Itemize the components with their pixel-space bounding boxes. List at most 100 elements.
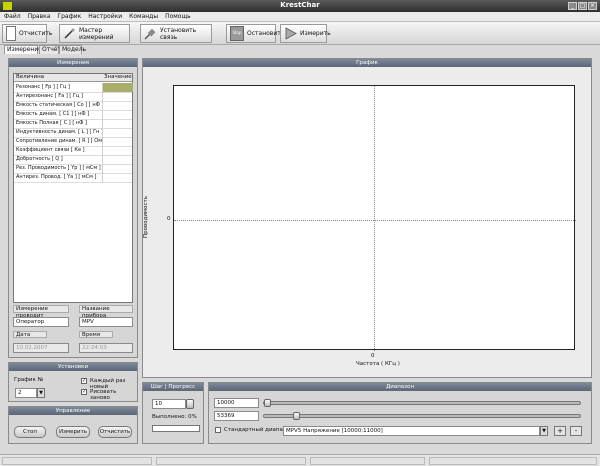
range-preset-value: MPV5 Напряжение [10000;11000] (286, 428, 383, 434)
horizontal-gridline (174, 220, 576, 221)
row-value (102, 119, 133, 128)
status-section (310, 457, 425, 465)
graph-number-label: График № (14, 377, 44, 383)
graph-number-select[interactable]: 2 (15, 388, 37, 398)
status-section (2, 457, 152, 465)
range-to-slider-knob[interactable] (293, 412, 300, 420)
table-row[interactable]: Антирез. Провод. [ Yа ] [ мСм ] (14, 173, 132, 183)
graph-panel: График 0 0 Частота ( КГц ) Проводимость (142, 58, 592, 378)
column-header-value: Значение (104, 74, 132, 80)
time-field: 22:24:03 (79, 343, 133, 353)
range-from-slider[interactable] (263, 401, 581, 405)
progress-text: Выполнено: 0% (152, 414, 197, 420)
chevron-down-icon[interactable]: ▼ (540, 426, 548, 436)
tab-report[interactable]: Отчёт (39, 45, 61, 54)
clear-control-button[interactable]: Отчистить (98, 426, 132, 438)
title-bar: KrestChar _ □ × (0, 0, 600, 12)
device-label: Название прибора (79, 305, 133, 319)
add-range-button[interactable]: + (554, 426, 566, 436)
status-section (429, 457, 597, 465)
date-label: Дата (13, 331, 47, 338)
remove-range-button[interactable]: - (570, 426, 582, 436)
row-quantity: Емкость динам. [ С1 ] [ нФ ] (16, 111, 90, 117)
stop-control-button[interactable]: Стоп (14, 426, 46, 438)
settings-panel: Установки График № 2 ▼ ✓ Каждый раз новы… (8, 362, 138, 402)
menu-settings[interactable]: Настройки (84, 12, 125, 20)
row-value (102, 173, 133, 182)
menu-commands[interactable]: Команды (125, 12, 161, 20)
redraw-label: Рисовать заново (90, 389, 117, 401)
range-panel-title: Диапазон (209, 383, 591, 391)
range-preset-select[interactable]: MPV5 Напряжение [10000;11000] (283, 426, 540, 436)
row-quantity: Резонанс [ Fр ] [ Гц ] (16, 84, 71, 90)
tab-model[interactable]: Модель (59, 45, 86, 54)
step-progress-panel: Шаг | Прогресс 10 Выполнено: 0% (142, 382, 204, 444)
operator-label: Измерение проводит (13, 305, 69, 319)
redraw-checkbox[interactable]: ✓ (81, 389, 87, 395)
tab-measurement[interactable]: Измерение (4, 45, 42, 54)
row-value (102, 92, 133, 101)
connect-button[interactable]: Установить связь (140, 24, 212, 43)
plug-icon (144, 27, 157, 40)
control-panel: Управление Стоп Измерить Отчистить (8, 406, 138, 444)
row-quantity: Антирез. Провод. [ Yа ] [ мСм ] (16, 174, 97, 180)
stop-button-label: Остановить (247, 30, 285, 37)
row-quantity: Антирезонанс [ Fа ] [ Гц ] (16, 93, 83, 99)
measure-control-button[interactable]: Измерить (56, 426, 90, 438)
range-from-field[interactable]: 10000 (214, 398, 259, 408)
operator-field[interactable]: Оператор (13, 317, 69, 327)
toolbar: Отчистить Мастер измерений Установить св… (0, 22, 600, 45)
stop-button[interactable]: Stop Остановить (226, 24, 284, 43)
plot-area[interactable] (173, 85, 576, 351)
range-panel: Диапазон 10000 53369 Стандартный диапазо… (208, 382, 592, 444)
status-section (156, 457, 306, 465)
step-field[interactable]: 10 (152, 399, 186, 409)
row-value (102, 146, 133, 155)
report-button[interactable]: Отчистить (2, 24, 52, 43)
menu-file[interactable]: Файл (0, 12, 24, 20)
vertical-gridline (374, 86, 375, 351)
menu-graph[interactable]: График (53, 12, 84, 20)
close-button[interactable]: × (588, 2, 597, 10)
wizard-button-label: Мастер измерений (79, 26, 114, 41)
menu-bar: Файл Правка График Настройки Команды Помощь (0, 12, 600, 22)
device-field[interactable]: MPV (79, 317, 133, 327)
measurement-panel-title: Измерения (9, 59, 137, 67)
range-to-slider[interactable] (263, 414, 581, 418)
tab-strip: Измерение Отчёт Модель (0, 45, 600, 54)
row-value (102, 137, 133, 146)
new-each-time-checkbox[interactable]: ✓ (81, 378, 87, 384)
menu-edit[interactable]: Правка (24, 12, 54, 20)
document-icon (6, 26, 16, 41)
progress-bar (152, 425, 200, 432)
connect-button-label: Установить связь (160, 26, 197, 41)
step-spin-button[interactable] (186, 399, 194, 409)
window-title: KrestChar (280, 1, 320, 9)
standard-range-checkbox[interactable] (215, 427, 221, 433)
graph-number-value: 2 (18, 390, 22, 396)
menu-help[interactable]: Помощь (161, 12, 194, 20)
row-quantity: Емкость статическая [ Со ] [ нФ ] (16, 102, 102, 108)
minimize-button[interactable]: _ (568, 2, 577, 10)
column-header-quantity: Величина (16, 74, 45, 80)
wizard-button[interactable]: Мастер измерений (59, 24, 130, 43)
date-field: 10.02.2007 (13, 343, 69, 353)
graph-panel-title: График (143, 59, 591, 67)
wand-icon (63, 27, 76, 40)
measure-button[interactable]: Измерить (280, 24, 331, 43)
stop-icon: Stop (230, 26, 244, 41)
chevron-down-icon[interactable]: ▼ (37, 388, 45, 398)
x-tick-label: 0 (371, 353, 375, 359)
report-button-label: Отчистить (19, 30, 53, 37)
range-from-slider-knob[interactable] (264, 399, 271, 407)
settings-panel-title: Установки (9, 363, 137, 371)
control-panel-title: Управление (9, 407, 137, 415)
row-value (102, 155, 133, 164)
row-quantity: Индуктивность динам. [ L ] [ Гн ] (16, 129, 102, 135)
play-icon (284, 27, 297, 40)
range-to-field[interactable]: 53369 (214, 411, 259, 421)
maximize-button[interactable]: □ (578, 2, 587, 10)
row-quantity: Емкость Полная [ С ] [ нФ ] (16, 120, 87, 126)
measure-button-label: Измерить (300, 30, 331, 37)
row-value (102, 128, 133, 137)
